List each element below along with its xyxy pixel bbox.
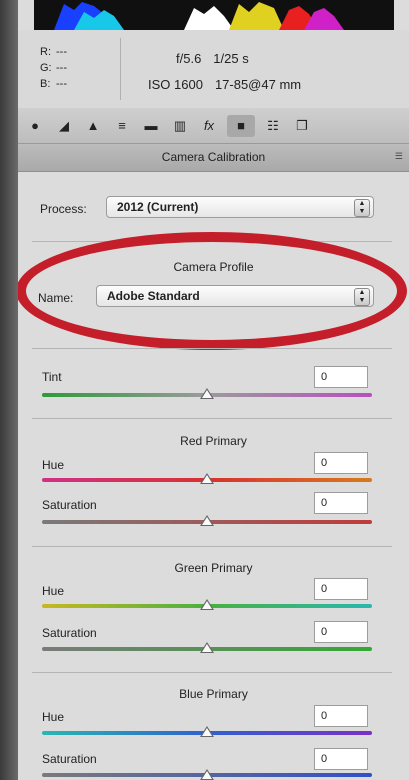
b-value: --- (56, 78, 67, 90)
basic-icon[interactable]: ● (24, 115, 46, 137)
camera-calibration-icon[interactable]: ■ (227, 114, 255, 137)
split-toning-icon[interactable]: ▬ (140, 115, 162, 137)
process-select[interactable]: 2012 (Current) ▲ ▼ (106, 196, 374, 218)
red-saturation-slider-thumb[interactable] (200, 515, 214, 526)
green-saturation-label: Saturation (42, 626, 97, 640)
lens-corrections-icon[interactable]: ▥ (169, 115, 191, 137)
panel-title: Camera Calibration (161, 150, 266, 164)
process-label: Process: (40, 202, 87, 216)
divider (32, 241, 392, 242)
divider (32, 418, 392, 419)
green-saturation-input[interactable]: 0 (314, 621, 368, 643)
blue-saturation-input[interactable]: 0 (314, 748, 368, 770)
dropdown-arrow-icon: ▲ ▼ (354, 288, 370, 306)
iso: ISO 1600 (148, 77, 203, 92)
red-hue-label: Hue (42, 458, 65, 472)
red-hue-slider-thumb[interactable] (200, 473, 214, 484)
g-label: G: (40, 62, 52, 74)
effects-icon[interactable]: fx (198, 115, 220, 137)
info-divider (120, 38, 121, 100)
panel-tabs-toolbar: ● ◢ ▲ ≡ ▬ ▥ fx ■ ☷ ❐ (18, 108, 409, 144)
divider (32, 672, 392, 673)
shutter-speed: 1/25 s (213, 51, 249, 66)
tone-curve-icon[interactable]: ◢ (53, 115, 75, 137)
red-saturation-label: Saturation (42, 498, 97, 512)
presets-icon[interactable]: ☷ (262, 115, 284, 137)
panel-title-bar: Camera Calibration ☰ (18, 144, 409, 172)
tint-label: Tint (42, 370, 62, 384)
r-value: --- (56, 46, 67, 58)
divider (32, 546, 392, 547)
g-value: --- (56, 62, 67, 74)
blue-saturation-slider-thumb[interactable] (200, 769, 214, 780)
image-info: R: --- G: --- B: --- f/5.6 1/25 s ISO 1600 17… (18, 30, 409, 109)
red-saturation-input[interactable]: 0 (314, 492, 368, 514)
tint-slider-thumb[interactable] (200, 388, 214, 399)
window-edge (0, 0, 18, 780)
blue-saturation-label: Saturation (42, 752, 97, 766)
green-hue-slider-thumb[interactable] (200, 599, 214, 610)
red-hue-input[interactable]: 0 (314, 452, 368, 474)
histogram (34, 0, 394, 31)
rgb-readout: R: --- G: --- B: --- (40, 44, 72, 92)
camera-raw-panel: R: --- G: --- B: --- f/5.6 1/25 s ISO 1600 17… (18, 0, 409, 780)
profile-name-label: Name: (38, 291, 74, 305)
b-label: B: (40, 78, 51, 90)
green-hue-label: Hue (42, 584, 65, 598)
hsl-icon[interactable]: ≡ (111, 115, 133, 137)
camera-profile-select[interactable]: Adobe Standard ▲ ▼ (96, 285, 374, 307)
exif-info: f/5.6 1/25 s ISO 1600 17-85@47 mm (148, 46, 301, 98)
snapshots-icon[interactable]: ❐ (291, 115, 313, 137)
blue-hue-slider-thumb[interactable] (200, 726, 214, 737)
process-value: 2012 (Current) (117, 200, 199, 214)
lens: 17-85@47 mm (214, 77, 302, 92)
profile-name-value: Adobe Standard (107, 289, 200, 303)
aperture: f/5.6 (176, 51, 202, 66)
green-primary-heading: Green Primary (174, 561, 253, 575)
blue-hue-label: Hue (42, 710, 65, 724)
blue-hue-input[interactable]: 0 (314, 705, 368, 727)
r-label: R: (40, 46, 51, 58)
red-primary-heading: Red Primary (180, 434, 247, 448)
blue-primary-heading: Blue Primary (179, 687, 248, 701)
detail-icon[interactable]: ▲ (82, 115, 104, 137)
camera-profile-heading: Camera Profile (173, 260, 254, 274)
green-saturation-slider-thumb[interactable] (200, 642, 214, 653)
panel-menu-icon[interactable]: ☰ (395, 151, 403, 162)
green-hue-input[interactable]: 0 (314, 578, 368, 600)
tint-input[interactable]: 0 (314, 366, 368, 388)
divider (32, 348, 392, 349)
dropdown-arrow-icon: ▲ ▼ (354, 199, 370, 217)
